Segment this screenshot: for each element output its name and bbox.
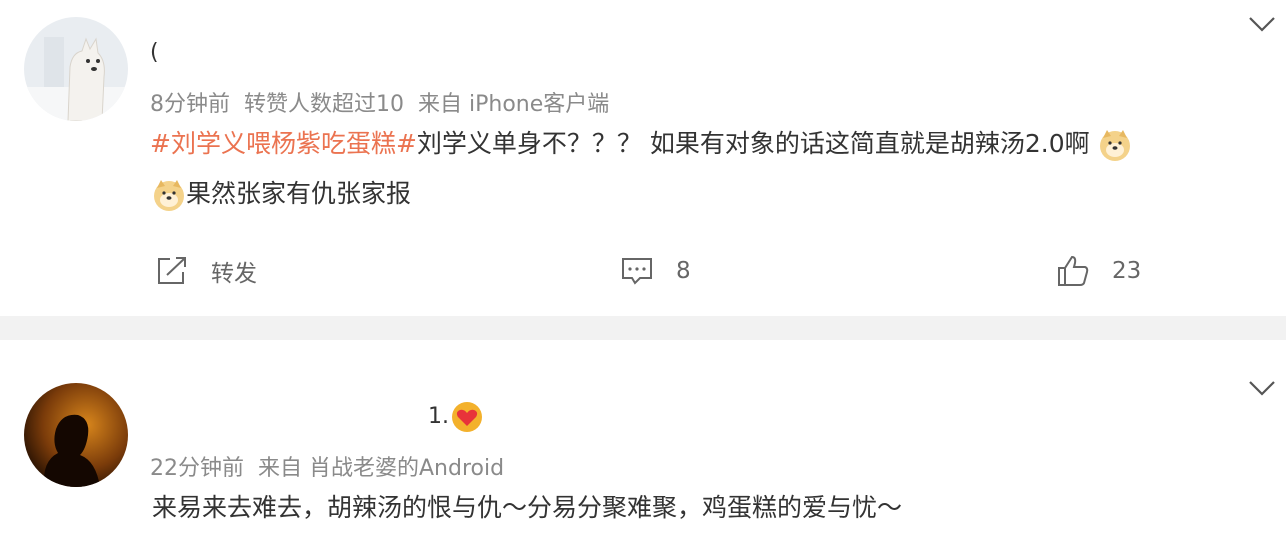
post-text-line1: 来易来去难去，胡辣汤的恨与仇～分易分聚难聚，鸡蛋糕的爱与忧～ [152, 493, 903, 522]
topic-link[interactable]: #刘学义喂杨紫吃蛋糕# [150, 129, 417, 158]
chevron-down-icon[interactable] [1246, 378, 1278, 398]
like-button[interactable]: 23 [1056, 254, 1141, 288]
repost-icon [158, 257, 186, 284]
comment-icon [622, 258, 652, 285]
avatar[interactable] [24, 383, 128, 487]
post-card: 1. 22分钟前 来自 肖战老婆的Android 来易来去难去，胡辣汤的恨与仇～分… [0, 340, 1286, 538]
post-time: 22分钟前 [150, 456, 244, 481]
username[interactable]: ( [150, 40, 159, 65]
comment-count: 8 [676, 258, 691, 284]
chevron-down-icon[interactable] [1246, 14, 1278, 34]
comment-button[interactable]: 8 [620, 256, 691, 286]
username[interactable]: 1. [150, 402, 482, 432]
like-count: 23 [1112, 258, 1142, 284]
badge-heart-icon [452, 402, 482, 432]
post-text-line2: 果然张家有仇张家报 [152, 178, 411, 212]
doge-emoji-icon [154, 180, 184, 211]
post-time: 8分钟前 [150, 92, 230, 117]
post-meta: 8分钟前 转赞人数超过10 来自 iPhone客户端 [150, 86, 623, 118]
post-card: ( 8分钟前 转赞人数超过10 来自 iPhone客户端 #刘学义喂杨紫吃蛋糕#刘学… [0, 0, 1286, 316]
username-fragment: 1. [428, 404, 449, 429]
thumbs-up-icon [1058, 255, 1089, 286]
post-source: 来自 肖战老婆的Android [258, 456, 505, 481]
repost-label: 转发 [211, 261, 257, 287]
post-text: 刘学义单身不？？？ 如果有对象的话这简直就是胡辣汤2.0啊 [416, 129, 1090, 158]
repost-button[interactable]: 转发 [155, 254, 257, 288]
post-source: 来自 iPhone客户端 [418, 92, 610, 117]
post-meta: 22分钟前 来自 肖战老婆的Android [150, 450, 518, 482]
post-text: 果然张家有仇张家报 [186, 179, 412, 208]
avatar[interactable] [24, 17, 128, 121]
post-text-line1: #刘学义喂杨紫吃蛋糕#刘学义单身不？？？ 如果有对象的话这简直就是胡辣汤2.0啊 [150, 128, 1132, 162]
repost-info: 转赞人数超过10 [244, 92, 404, 117]
doge-emoji-icon [1099, 130, 1130, 161]
